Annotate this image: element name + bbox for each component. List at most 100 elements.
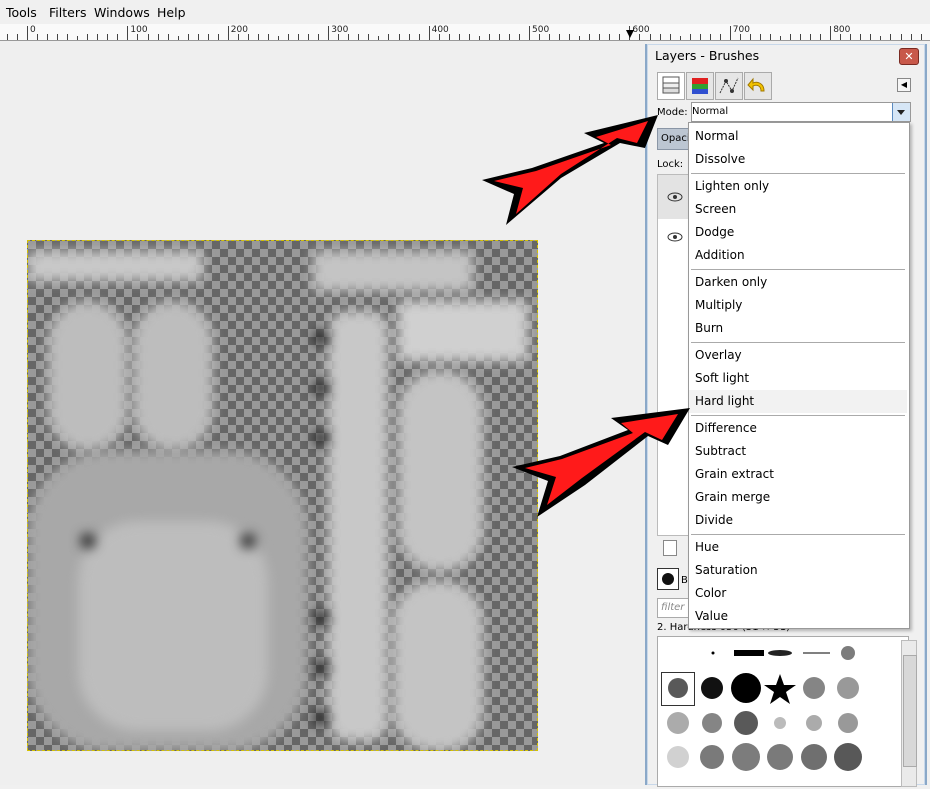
close-icon[interactable]: ✕	[899, 48, 919, 65]
ruler-label: 100	[130, 25, 148, 35]
mode-option-multiply[interactable]: Multiply	[689, 294, 907, 317]
mode-option-label: Grain extract	[695, 467, 774, 481]
ruler-tick	[458, 34, 460, 40]
ruler-label: 0	[30, 25, 36, 35]
mode-option-hard-light[interactable]: Hard light	[689, 390, 907, 413]
brush-scrollbar[interactable]	[901, 640, 917, 787]
mode-option-difference[interactable]: Difference	[689, 417, 907, 440]
mode-option-darken-only[interactable]: Darken only	[689, 271, 907, 294]
mode-option-subtract[interactable]: Subtract	[689, 440, 907, 463]
ruler-tick	[107, 34, 109, 40]
mode-option-label: Color	[695, 586, 727, 600]
ruler-tick	[910, 34, 912, 40]
brush-grid[interactable]	[657, 636, 909, 787]
menubar: Tools Filters Windows Help	[0, 0, 930, 25]
ruler-tick	[17, 34, 18, 40]
mode-option-burn[interactable]: Burn	[689, 317, 907, 340]
mode-option-dodge[interactable]: Dodge	[689, 221, 907, 244]
menu-tools[interactable]: Tools	[6, 5, 37, 20]
ruler-tick	[689, 34, 691, 40]
ruler-tick	[57, 34, 59, 40]
ruler-tick	[800, 34, 802, 40]
mode-option-lighten-only[interactable]: Lighten only	[689, 175, 907, 198]
ruler-tick	[408, 34, 410, 40]
chevron-down-icon[interactable]	[892, 103, 910, 121]
menu-filters[interactable]: Filters	[49, 5, 86, 20]
ruler-tick	[599, 34, 601, 40]
menu-windows[interactable]: Windows	[94, 5, 150, 20]
menu-help[interactable]: Help	[157, 5, 186, 20]
ruler-tick	[478, 36, 480, 40]
layers-icon[interactable]	[657, 72, 685, 100]
ruler-tick	[850, 34, 852, 40]
mode-option-soft-light[interactable]: Soft light	[689, 367, 907, 390]
filter-input[interactable]: filter	[657, 598, 690, 618]
ruler-tick	[47, 34, 49, 40]
ruler-tick	[157, 34, 159, 40]
ruler-tick	[519, 34, 520, 40]
mode-option-label: Normal	[695, 129, 739, 143]
mode-option-color[interactable]: Color	[689, 582, 907, 605]
ruler-tick	[880, 36, 882, 40]
panel-menu-icon[interactable]: ◀	[897, 78, 911, 92]
ruler-tick	[770, 34, 771, 40]
selected-brush-cell[interactable]	[661, 672, 695, 706]
mode-option-label: Overlay	[695, 348, 742, 362]
mode-option-label: Darken only	[695, 275, 768, 289]
ruler-tick	[378, 36, 380, 40]
ruler-tick	[729, 26, 731, 40]
ruler-tick	[268, 34, 269, 40]
mode-option-hue[interactable]: Hue	[689, 536, 907, 559]
mode-option-divide[interactable]: Divide	[689, 509, 907, 532]
ruler-label: 600	[632, 25, 650, 35]
undo-history-icon[interactable]	[744, 72, 772, 100]
channels-icon[interactable]	[686, 72, 714, 100]
mode-label: Mode:	[657, 107, 688, 118]
ruler-tick	[609, 34, 611, 40]
ruler-position-marker	[626, 30, 634, 38]
new-layer-icon[interactable]	[663, 540, 677, 556]
scroll-thumb[interactable]	[903, 655, 917, 767]
ruler-label: 200	[230, 25, 248, 35]
mode-option-label: Dissolve	[695, 152, 746, 166]
ruler-tick	[197, 34, 199, 40]
ruler-tick	[488, 34, 490, 40]
mode-option-label: Multiply	[695, 298, 743, 312]
mode-option-grain-merge[interactable]: Grain merge	[689, 486, 907, 509]
mode-option-label: Subtract	[695, 444, 747, 458]
mode-option-screen[interactable]: Screen	[689, 198, 907, 221]
mode-option-label: Dodge	[695, 225, 735, 239]
mode-option-overlay[interactable]: Overlay	[689, 344, 907, 367]
eye-icon[interactable]	[666, 191, 684, 203]
ruler-tick	[810, 34, 812, 40]
ruler-tick	[308, 34, 310, 40]
image-canvas[interactable]	[27, 240, 538, 751]
lock-label: Lock:	[657, 159, 684, 170]
ruler-tick	[67, 34, 69, 40]
paths-icon[interactable]	[715, 72, 743, 100]
ruler-tick	[247, 34, 249, 40]
mode-option-addition[interactable]: Addition	[689, 244, 907, 267]
ruler-tick	[830, 26, 832, 40]
current-brush-icon[interactable]	[657, 568, 679, 590]
mode-option-dissolve[interactable]: Dissolve	[689, 148, 907, 171]
ruler-tick	[87, 34, 89, 40]
ruler-tick	[257, 34, 259, 40]
ruler-tick	[368, 34, 370, 40]
ruler-tick	[780, 36, 781, 40]
mode-option-label: Hard light	[695, 394, 755, 408]
ruler-label: 500	[532, 25, 550, 35]
dock-title: Layers - Brushes	[655, 48, 760, 63]
mode-select[interactable]: Normal	[691, 102, 911, 122]
ruler-tick	[388, 34, 390, 40]
mode-option-value[interactable]: Value	[689, 605, 907, 628]
mode-option-normal[interactable]: Normal	[689, 125, 907, 148]
ruler-tick	[6, 34, 8, 40]
mode-option-saturation[interactable]: Saturation	[689, 559, 907, 582]
ruler-tick	[749, 34, 751, 40]
ruler-tick	[207, 34, 209, 40]
mode-option-grain-extract[interactable]: Grain extract	[689, 463, 907, 486]
mode-option-label: Burn	[695, 321, 724, 335]
eye-icon[interactable]	[666, 231, 684, 243]
ruler-tick	[579, 36, 581, 40]
